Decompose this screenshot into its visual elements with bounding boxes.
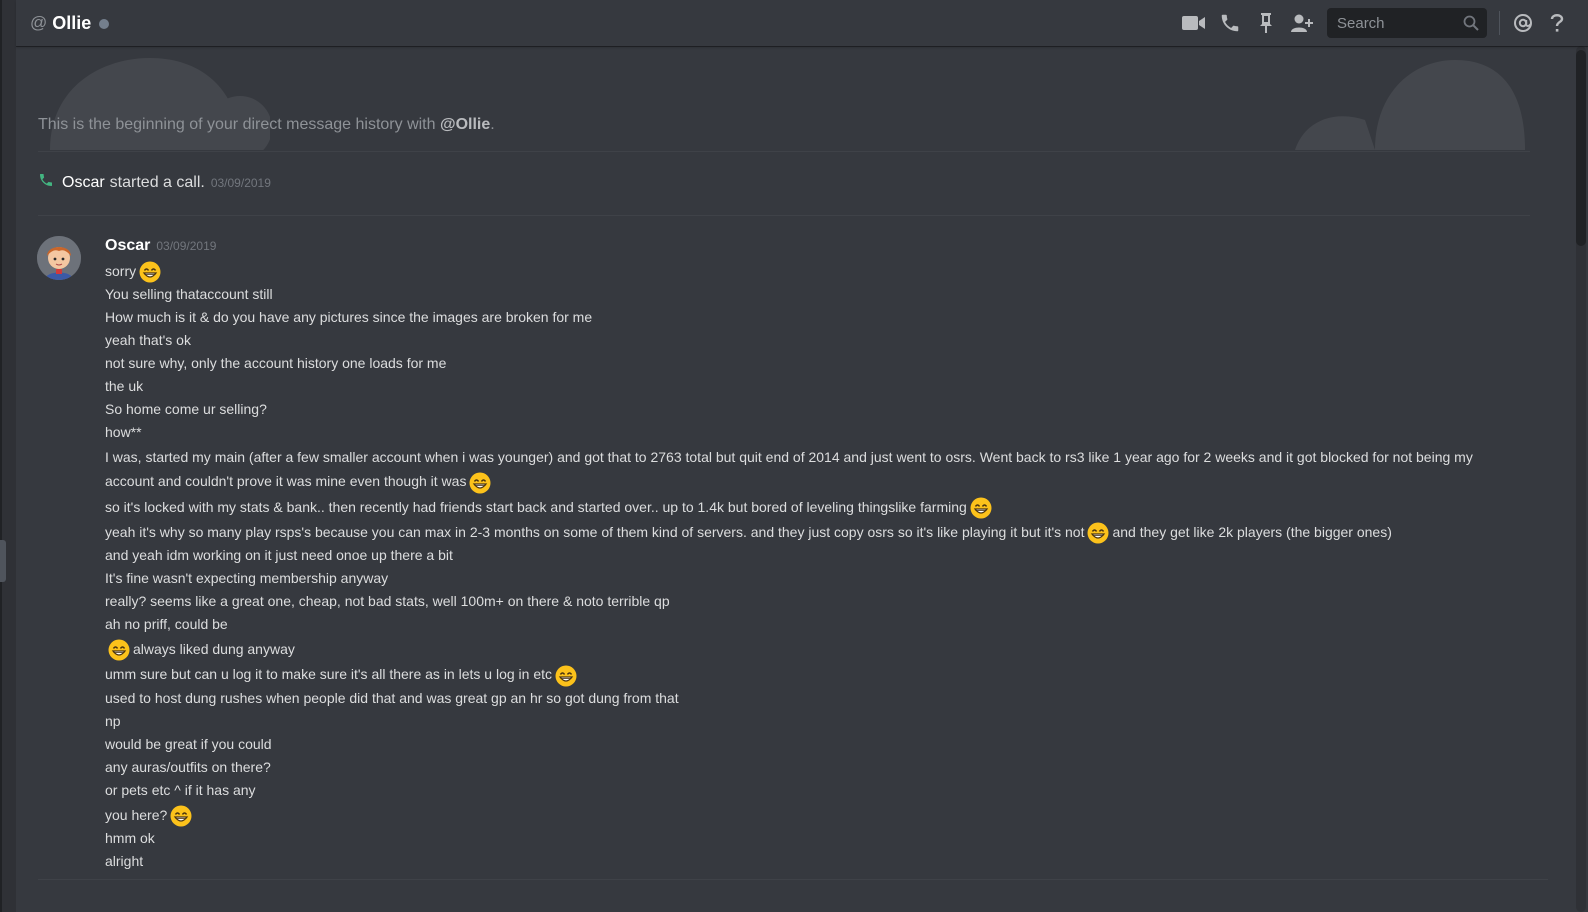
search-icon[interactable] bbox=[1463, 15, 1479, 36]
mention-icon[interactable] bbox=[1512, 11, 1534, 35]
message-text: would be great if you could bbox=[105, 735, 272, 752]
grinning-emoji-icon bbox=[1087, 522, 1109, 544]
intro-period: . bbox=[490, 116, 495, 133]
message-line: sorry bbox=[105, 259, 1505, 283]
message-line: So home come ur selling? bbox=[105, 399, 1505, 419]
channel-header: @ Ollie bbox=[16, 0, 1588, 46]
message-text: how** bbox=[105, 424, 142, 441]
message-text: umm sure but can u log it to make sure i… bbox=[105, 666, 552, 683]
dm-at-icon: @ bbox=[30, 13, 48, 32]
message-text: used to host dung rushes when people did… bbox=[105, 689, 679, 706]
message-text-continued: always liked dung anyway bbox=[133, 641, 295, 658]
channel-title: Ollie bbox=[52, 12, 92, 33]
message-list: sorry You selling thataccount still How mu… bbox=[105, 259, 1505, 874]
search-input[interactable] bbox=[1335, 13, 1464, 33]
message-line: not sure why, only the account history o… bbox=[105, 353, 1505, 373]
message-text: not sure why, only the account history o… bbox=[105, 355, 447, 372]
message-text: you here? bbox=[105, 806, 168, 823]
message-line: so it's locked with my stats & bank.. th… bbox=[105, 495, 1505, 519]
message-text: hmm ok bbox=[105, 830, 155, 847]
grinning-emoji-icon bbox=[970, 497, 992, 519]
message-line: always liked dung anyway bbox=[105, 637, 1505, 661]
message-line: yeah it's why so many play rsps's becaus… bbox=[105, 520, 1505, 544]
call-event: Oscar started a call. 03/09/2019 bbox=[38, 172, 271, 193]
message-text: the uk bbox=[105, 378, 144, 395]
message-line: It's fine wasn't expecting membership an… bbox=[105, 568, 1505, 588]
message-text: any auras/outfits on there? bbox=[105, 758, 271, 775]
grinning-emoji-icon bbox=[555, 665, 577, 687]
message-line: how** bbox=[105, 422, 1505, 442]
message-line: would be great if you could bbox=[105, 734, 1505, 754]
message-text-continued: and they get like 2k players (the bigger… bbox=[1112, 523, 1392, 540]
sidebar-border bbox=[0, 0, 2, 912]
message-author[interactable]: Oscar bbox=[105, 237, 150, 255]
server-sidebar-edge bbox=[0, 0, 16, 912]
message-line: np bbox=[105, 711, 1505, 731]
message-line: or pets etc ^ if it has any bbox=[105, 780, 1505, 800]
message-text: yeah it's why so many play rsps's becaus… bbox=[105, 523, 1085, 540]
call-timestamp: 03/09/2019 bbox=[210, 175, 271, 190]
message-line: You selling thataccount still bbox=[105, 284, 1505, 304]
call-phone-icon bbox=[38, 172, 54, 193]
toolbar-divider bbox=[1499, 11, 1500, 35]
message-line: yeah that's ok bbox=[105, 330, 1505, 350]
avatar[interactable] bbox=[37, 236, 81, 280]
grinning-emoji-icon bbox=[469, 472, 491, 494]
message-text: How much is it & do you have any picture… bbox=[105, 309, 593, 326]
voice-call-icon[interactable] bbox=[1217, 11, 1243, 35]
message-line: hmm ok bbox=[105, 828, 1505, 848]
message-timestamp: 03/09/2019 bbox=[156, 239, 217, 253]
dm-intro-text: This is the beginning of your direct mes… bbox=[38, 116, 495, 134]
message-line: How much is it & do you have any picture… bbox=[105, 307, 1505, 327]
intro-label: This is the beginning of your direct mes… bbox=[38, 116, 440, 133]
message-text: sorry bbox=[105, 263, 137, 279]
call-user-name[interactable]: Oscar bbox=[62, 174, 105, 192]
message-text: or pets etc ^ if it has any bbox=[105, 781, 256, 798]
message-text: alright bbox=[105, 853, 144, 870]
message-line: I was, started my main (after a few smal… bbox=[105, 445, 1505, 494]
sidebar-indicator bbox=[0, 540, 6, 582]
wumpus-decoration-right bbox=[1295, 60, 1525, 150]
video-call-icon[interactable] bbox=[1181, 11, 1207, 35]
search-box[interactable] bbox=[1327, 8, 1487, 38]
add-friend-icon[interactable] bbox=[1289, 11, 1315, 35]
pin-icon[interactable] bbox=[1255, 11, 1277, 35]
status-indicator bbox=[99, 18, 110, 29]
message-text: np bbox=[105, 712, 121, 729]
message-line: you here? bbox=[105, 803, 1505, 827]
wumpus-decoration-left bbox=[50, 58, 270, 150]
header-toolbar bbox=[1181, 0, 1568, 46]
message-text: ah no priff, could be bbox=[105, 616, 228, 633]
divider bbox=[38, 215, 1530, 216]
message-text: So home come ur selling? bbox=[105, 401, 267, 418]
scrollbar-thumb[interactable] bbox=[1576, 50, 1586, 246]
message-text: yeah that's ok bbox=[105, 332, 191, 349]
message-header: Oscar 03/09/2019 bbox=[105, 237, 216, 255]
message-text: so it's locked with my stats & bank.. th… bbox=[105, 498, 967, 515]
grinning-emoji-icon bbox=[108, 639, 130, 661]
message-line: umm sure but can u log it to make sure i… bbox=[105, 662, 1505, 687]
message-text: It's fine wasn't expecting membership an… bbox=[105, 570, 389, 587]
grinning-emoji-icon bbox=[139, 261, 161, 283]
message-line: used to host dung rushes when people did… bbox=[105, 688, 1505, 708]
grinning-emoji-icon bbox=[170, 805, 192, 827]
message-text: I was, started my main (after a few smal… bbox=[105, 449, 1473, 490]
message-text: really? seems like a great one, cheap, n… bbox=[105, 593, 670, 610]
call-text: started a call. bbox=[109, 173, 205, 191]
divider bbox=[38, 151, 1530, 152]
divider bbox=[38, 879, 1548, 880]
intro-mention[interactable]: @Ollie bbox=[440, 116, 490, 133]
message-line: alright bbox=[105, 851, 1505, 871]
message-line: really? seems like a great one, cheap, n… bbox=[105, 591, 1505, 611]
help-icon[interactable] bbox=[1546, 11, 1568, 35]
message-line: the uk bbox=[105, 376, 1505, 396]
message-text: You selling thataccount still bbox=[105, 286, 273, 303]
message-line: any auras/outfits on there? bbox=[105, 757, 1505, 777]
message-text: and yeah idm working on it just need ono… bbox=[105, 547, 453, 564]
message-line: and yeah idm working on it just need ono… bbox=[105, 545, 1505, 565]
message-line: ah no priff, could be bbox=[105, 614, 1505, 634]
